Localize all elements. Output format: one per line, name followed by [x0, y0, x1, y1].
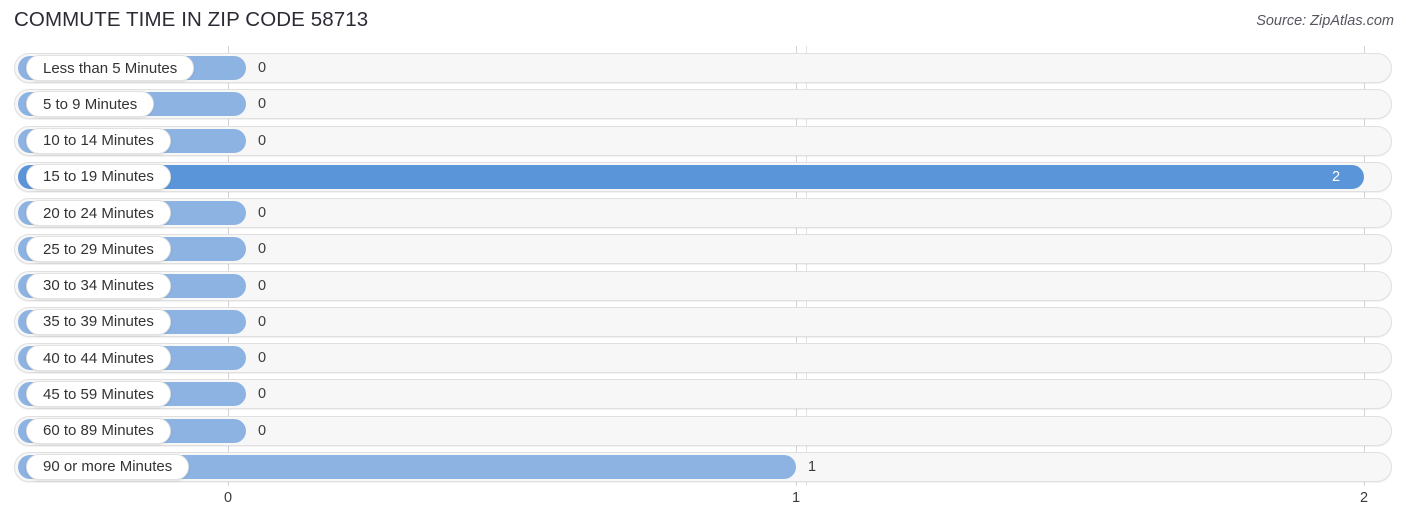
bar-category-label-text: 60 to 89 Minutes: [43, 422, 154, 440]
bar-category-label[interactable]: 15 to 19 Minutes: [26, 163, 171, 190]
bar-category-label[interactable]: 20 to 24 Minutes: [26, 200, 171, 227]
bar-category-label[interactable]: 30 to 34 Minutes: [26, 272, 171, 299]
bar-category-label-text: 35 to 39 Minutes: [43, 313, 154, 331]
bar-category-label-text: 30 to 34 Minutes: [43, 277, 154, 295]
bar-category-label-text: 45 to 59 Minutes: [43, 385, 154, 403]
x-axis: 0 1 2: [0, 486, 1406, 523]
bar-value-label: 0: [258, 277, 267, 294]
x-axis-tick-label: 1: [791, 490, 801, 506]
bar-category-label-text: Less than 5 Minutes: [43, 59, 178, 77]
x-axis-tick-label: 2: [1359, 490, 1369, 506]
bar-value-label: 0: [258, 313, 267, 330]
bar-category-label[interactable]: 90 or more Minutes: [26, 453, 190, 480]
bar-value-label: 2: [1332, 168, 1341, 185]
bar-value-label: 0: [258, 241, 267, 258]
bar-value-label: 0: [258, 422, 267, 439]
chart-header: COMMUTE TIME IN ZIP CODE 58713 Source: Z…: [0, 0, 1406, 46]
bar-rows: Less than 5 Minutes 0 5 to 9 Minutes 0 10 to…: [0, 46, 1406, 486]
bar-category-label[interactable]: 40 to 44 Minutes: [26, 345, 171, 372]
bar-category-label-text: 5 to 9 Minutes: [43, 95, 138, 113]
page-title: COMMUTE TIME IN ZIP CODE 58713: [14, 8, 369, 31]
bar-value-label: 0: [258, 96, 267, 113]
bar-value-label: 0: [258, 386, 267, 403]
bar-category-label[interactable]: 35 to 39 Minutes: [26, 308, 171, 335]
bar-category-label[interactable]: 25 to 29 Minutes: [26, 236, 171, 263]
bar-value-label: 1: [808, 458, 817, 475]
bar-category-label[interactable]: Less than 5 Minutes: [26, 55, 195, 81]
source-attribution: Source: ZipAtlas.com: [1256, 13, 1394, 29]
bar-category-label[interactable]: 60 to 89 Minutes: [26, 417, 171, 444]
bar-value-label: 0: [258, 205, 267, 222]
bar-category-label-text: 10 to 14 Minutes: [43, 132, 154, 150]
bar-category-label[interactable]: 45 to 59 Minutes: [26, 381, 171, 408]
bar-category-label-text: 25 to 29 Minutes: [43, 240, 154, 258]
bar-category-label[interactable]: 10 to 14 Minutes: [26, 127, 171, 154]
x-axis-tick-label: 0: [223, 490, 233, 506]
bar-category-label-text: 90 or more Minutes: [43, 458, 173, 476]
bar-value-label: 0: [258, 60, 267, 76]
bar-category-label-text: 15 to 19 Minutes: [43, 168, 154, 186]
bar-value-label: 0: [258, 132, 267, 149]
bar-fill: [18, 164, 1364, 189]
chart-plot-area: Less than 5 Minutes 0 5 to 9 Minutes 0 10 to…: [0, 46, 1406, 486]
bar-category-label-text: 40 to 44 Minutes: [43, 349, 154, 367]
bar-category-label[interactable]: 5 to 9 Minutes: [26, 91, 155, 118]
bar-value-label: 0: [258, 350, 267, 367]
bar-category-label-text: 20 to 24 Minutes: [43, 204, 154, 222]
